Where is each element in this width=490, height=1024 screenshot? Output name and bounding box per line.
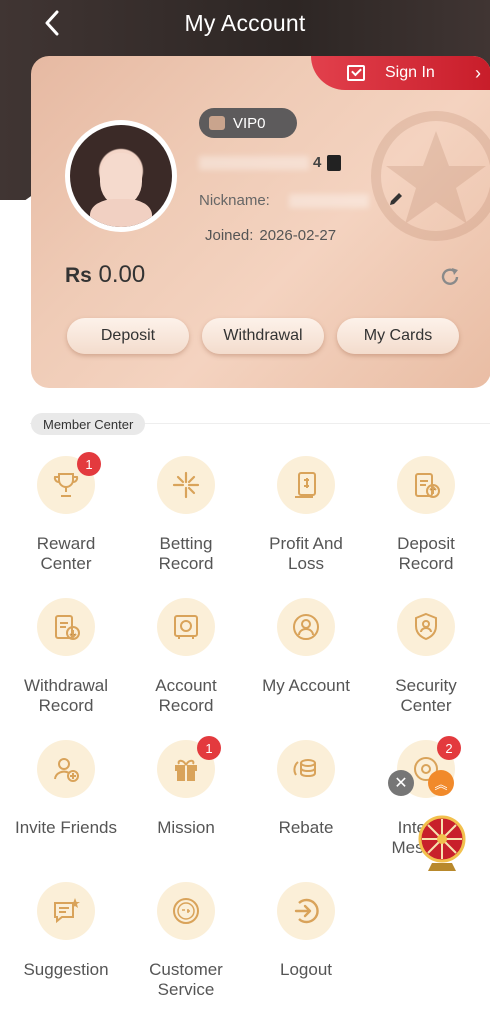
nickname-label: Nickname: — [199, 192, 270, 209]
menu-item-label: Reward Center — [36, 534, 96, 573]
menu-item-withdrawal-record[interactable]: Withdrawal Record — [6, 598, 126, 716]
dollar-document-icon — [295, 472, 316, 498]
support-24-7-icon — [173, 898, 199, 924]
menu-item-security-center[interactable]: Security Center — [366, 598, 486, 716]
deposit-button[interactable]: Deposit — [67, 318, 189, 354]
menu-item-account-record[interactable]: Account Record — [126, 598, 246, 716]
vip-crown-icon — [209, 116, 225, 130]
menu-item-suggestion[interactable]: Suggestion — [6, 882, 126, 980]
menu-item-mission[interactable]: 1 Mission — [126, 736, 246, 838]
menu-item-reward-center[interactable]: 1 Reward Center — [6, 452, 126, 574]
menu-item-deposit-record[interactable]: Deposit Record — [366, 456, 486, 574]
clipboard-download-icon — [55, 615, 80, 640]
chevron-left-icon — [45, 10, 59, 36]
account-card: Sign In › VIP0 4 Nickname: Joined: 2026-0… — [31, 56, 490, 388]
my-cards-button[interactable]: My Cards — [337, 318, 459, 354]
checkbox-icon — [347, 65, 365, 81]
user-id-tail: 4 — [313, 154, 322, 171]
avatar[interactable] — [65, 120, 177, 232]
balance: Rs 0.00 — [65, 261, 145, 289]
joined-date: 2026-02-27 — [259, 227, 337, 244]
menu-item-invite-friends[interactable]: Invite Friends — [6, 740, 126, 838]
shield-user-icon — [415, 612, 437, 641]
menu-item-profit-and-loss[interactable]: Profit And Loss — [246, 456, 366, 574]
menu-item-label: Rebate — [278, 818, 334, 837]
back-button[interactable] — [36, 7, 68, 39]
safe-icon — [174, 615, 198, 639]
menu-item-my-account[interactable]: My Account — [246, 598, 366, 696]
joined-row: Joined: 2026-02-27 — [199, 227, 336, 244]
sign-in-label: Sign In — [385, 64, 435, 81]
menu-item-label: My Account — [262, 676, 350, 695]
vip-label: VIP0 — [233, 114, 266, 132]
trophy-icon — [53, 473, 79, 497]
user-icon — [293, 614, 319, 640]
close-float-button[interactable]: ✕ — [388, 770, 414, 796]
medal-watermark-icon — [371, 111, 490, 241]
menu-item-label: Withdrawal Record — [23, 676, 109, 715]
add-user-icon — [54, 758, 79, 782]
member-center-title: Member Center — [31, 413, 146, 435]
notification-badge: 2 — [437, 736, 461, 760]
top-bar: My Account — [0, 0, 490, 46]
vip-badge: VIP0 — [199, 108, 297, 138]
menu-item-customer-service[interactable]: Customer Service — [126, 882, 246, 1000]
sparkle-icon — [172, 471, 200, 499]
menu-item-label: Invite Friends — [14, 818, 118, 837]
logout-icon — [294, 898, 319, 924]
notification-badge: 1 — [197, 736, 221, 760]
page-title: My Account — [184, 9, 306, 36]
nickname-value-blurred — [289, 194, 369, 208]
menu-item-rebate[interactable]: Rebate — [246, 740, 366, 838]
feedback-icon — [54, 898, 80, 924]
notification-badge: 1 — [77, 452, 101, 476]
menu-item-betting-record[interactable]: Betting Record — [126, 456, 246, 574]
menu-item-label: Mission — [157, 818, 215, 837]
menu-item-label: Betting Record — [158, 534, 214, 573]
copy-icon[interactable] — [327, 155, 341, 171]
lucky-wheel-icon[interactable] — [418, 815, 466, 873]
card-actions: Deposit Withdrawal My Cards — [67, 318, 459, 354]
chevron-right-icon: › — [475, 63, 481, 83]
menu-item-label: Logout — [280, 960, 332, 979]
sign-in-button[interactable]: Sign In › — [311, 56, 490, 90]
coins-icon — [293, 759, 316, 778]
withdrawal-button[interactable]: Withdrawal — [202, 318, 324, 354]
menu-item-label: Deposit Record — [397, 534, 455, 573]
joined-label: Joined: — [205, 227, 254, 244]
clipboard-upload-icon — [415, 473, 440, 498]
menu-item-label: Profit And Loss — [269, 534, 343, 573]
gift-icon — [175, 759, 197, 781]
menu-item-label: Account Record — [155, 676, 217, 715]
currency-label: Rs — [65, 264, 92, 287]
expand-float-button[interactable]: ︽ — [428, 770, 454, 796]
menu-item-label: Customer Service — [149, 960, 223, 999]
balance-value: 0.00 — [98, 261, 146, 288]
menu-item-label: Security Center — [395, 676, 457, 715]
user-id: 4 — [199, 154, 349, 172]
menu-item-logout[interactable]: Logout — [246, 882, 366, 980]
pencil-icon[interactable] — [387, 190, 405, 208]
refresh-icon[interactable] — [439, 266, 461, 288]
menu-item-label: Suggestion — [23, 960, 109, 979]
